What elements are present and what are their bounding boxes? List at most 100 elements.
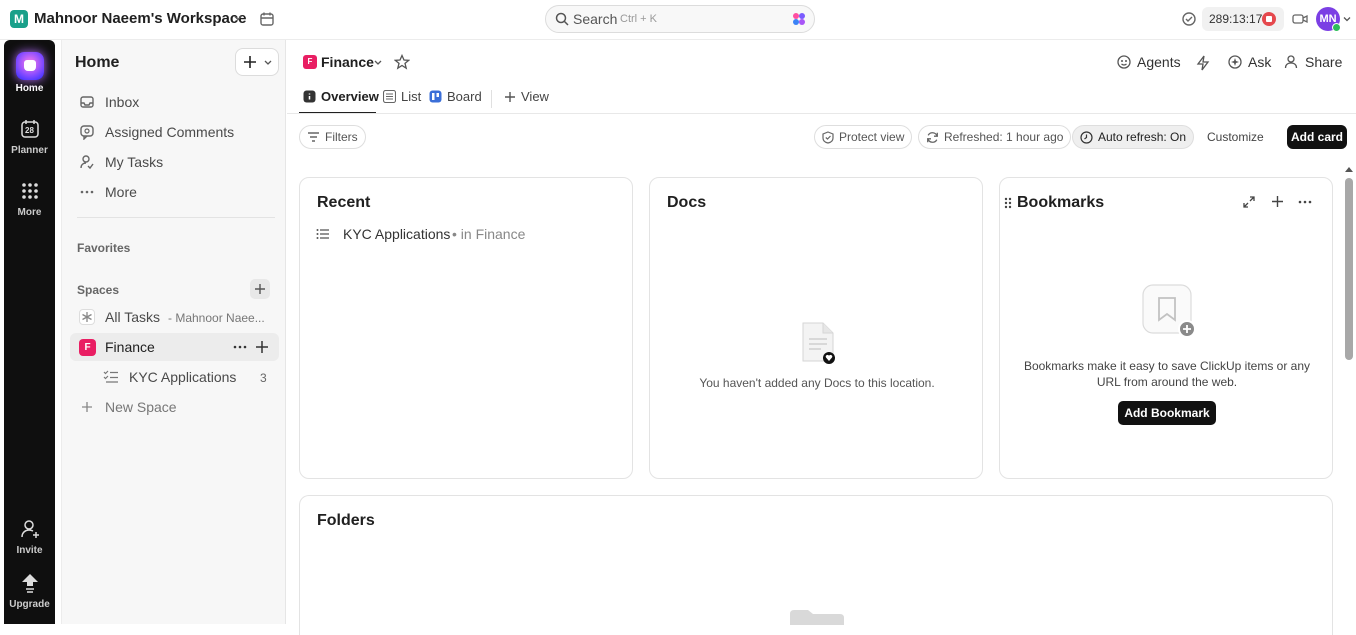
view-tabs: Overview List Board View — [299, 86, 1356, 114]
bookmarks-empty-text: Bookmarks make it easy to save ClickUp i… — [1023, 359, 1311, 389]
rail-planner-label: Planner — [11, 145, 48, 156]
board-icon — [429, 90, 442, 103]
agents-button[interactable]: Agents — [1116, 54, 1181, 70]
expand-icon[interactable] — [1243, 196, 1255, 208]
home-icon — [15, 52, 44, 80]
calendar-icon[interactable] — [259, 11, 275, 27]
chevron-down-icon[interactable] — [1342, 14, 1352, 24]
refresh-icon — [926, 131, 939, 144]
workspace-switcher[interactable]: Mahnoor Naeem's Workspace — [34, 10, 247, 27]
agents-label: Agents — [1137, 54, 1181, 70]
rail-invite-label: Invite — [16, 545, 43, 556]
sidebar-item-new-space[interactable]: New Space — [70, 393, 279, 421]
automation-bolt-icon[interactable] — [1196, 55, 1210, 71]
agents-icon — [1116, 54, 1132, 70]
sidebar-item-label: More — [105, 184, 137, 200]
search-icon — [555, 12, 569, 26]
plus-icon — [79, 399, 95, 415]
plus-icon[interactable] — [1271, 195, 1284, 208]
list-icon — [383, 90, 396, 103]
rail-planner[interactable]: 28 Planner — [4, 118, 55, 156]
time-tracker[interactable]: 289:13:17 — [1202, 7, 1284, 31]
space-avatar: F — [79, 339, 96, 356]
add-bookmark-button[interactable]: Add Bookmark — [1118, 401, 1216, 425]
sidebar-item-kyc-applications[interactable]: KYC Applications 3 — [70, 363, 279, 391]
tab-label: View — [521, 89, 549, 104]
add-space-button[interactable] — [250, 279, 270, 299]
sidebar-item-inbox[interactable]: Inbox — [70, 88, 279, 116]
user-avatar[interactable]: MN — [1316, 7, 1341, 32]
sidebar-item-finance[interactable]: F Finance — [70, 333, 279, 361]
planner-date: 28 — [25, 126, 34, 135]
favorites-heading[interactable]: Favorites — [77, 241, 130, 255]
drag-handle-icon[interactable] — [1004, 197, 1012, 209]
sidebar-item-more[interactable]: More — [70, 178, 279, 206]
list-icon — [316, 227, 330, 241]
tab-list[interactable]: List — [383, 89, 421, 104]
task-check-icon[interactable] — [1181, 11, 1197, 27]
ask-button[interactable]: Ask — [1227, 54, 1271, 70]
refreshed-label: Refreshed: 1 hour ago — [944, 130, 1064, 144]
card-title: Docs — [667, 194, 707, 211]
planner-calendar-icon: 28 — [19, 118, 41, 140]
refresh-button[interactable]: Refreshed: 1 hour ago — [918, 125, 1072, 149]
upgrade-icon — [19, 572, 41, 594]
scroll-up-icon[interactable] — [1343, 165, 1355, 173]
tab-label: List — [401, 89, 422, 104]
list-check-icon — [103, 369, 119, 385]
more-dots-icon[interactable] — [233, 340, 247, 354]
folder-icon — [790, 609, 844, 625]
tab-board[interactable]: Board — [429, 89, 482, 104]
chevron-down-icon[interactable] — [373, 58, 383, 68]
filters-label: Filters — [325, 130, 358, 144]
share-button[interactable]: Share — [1284, 54, 1342, 70]
sidebar-item-all-tasks[interactable]: All Tasks - Mahnoor Naee... — [70, 303, 279, 331]
sidebar: Home Inbox Assigned Comments My Tasks Mo… — [61, 40, 286, 624]
rail-home[interactable]: Home — [4, 52, 55, 94]
workspace-avatar[interactable]: M — [10, 10, 28, 28]
sidebar-item-label: Assigned Comments — [105, 124, 235, 140]
create-new-button[interactable] — [235, 48, 279, 76]
user-icon — [79, 154, 95, 170]
add-card-button[interactable]: Add card — [1287, 125, 1347, 149]
card-title: Folders — [317, 512, 375, 529]
sidebar-item-assigned-comments[interactable]: Assigned Comments — [70, 118, 279, 146]
filters-button[interactable]: Filters — [299, 125, 366, 149]
recent-card: Recent KYC Applications • in Finance — [299, 177, 633, 479]
rail-invite[interactable]: Invite — [4, 518, 55, 556]
task-count: 3 — [260, 371, 267, 385]
add-view-button[interactable]: View — [504, 89, 549, 104]
sidebar-item-my-tasks[interactable]: My Tasks — [70, 148, 279, 176]
rail-more-label: More — [17, 207, 42, 218]
ask-ai-icon — [1227, 54, 1243, 70]
customize-button[interactable]: Customize — [1207, 130, 1264, 144]
recent-item-location: • in Finance — [452, 226, 526, 242]
shield-icon — [822, 130, 834, 144]
chevron-down-icon[interactable] — [233, 13, 243, 23]
sidebar-item-label: Inbox — [105, 94, 140, 110]
spaces-heading[interactable]: Spaces — [77, 283, 119, 297]
recent-item[interactable]: KYC Applications • in Finance — [316, 225, 626, 245]
tab-overview[interactable]: Overview — [303, 89, 379, 104]
tab-label: Board — [447, 89, 482, 104]
stop-timer-icon[interactable] — [1262, 12, 1276, 26]
search-shortcut: Ctrl + K — [620, 13, 657, 25]
all-tasks-icon — [79, 309, 95, 325]
share-label: Share — [1305, 54, 1343, 70]
auto-refresh-toggle[interactable]: Auto refresh: On — [1072, 125, 1195, 149]
protect-view-button[interactable]: Protect view — [814, 125, 913, 149]
document-icon — [801, 321, 837, 365]
page-title[interactable]: Finance — [321, 54, 374, 70]
more-dots-icon[interactable] — [1298, 196, 1312, 208]
rail-upgrade[interactable]: Upgrade — [4, 572, 55, 610]
scrollbar[interactable] — [1345, 178, 1353, 360]
rail-more[interactable]: More — [4, 180, 55, 218]
ai-sparkle-icon[interactable] — [792, 12, 806, 26]
star-icon[interactable] — [394, 54, 410, 70]
plus-icon[interactable] — [255, 340, 269, 354]
search-bar[interactable]: Search Ctrl + K — [545, 5, 815, 33]
grid-dots-icon — [19, 180, 41, 202]
bookmark-icon — [1142, 284, 1198, 340]
ask-label: Ask — [1248, 54, 1272, 70]
video-icon[interactable] — [1292, 12, 1308, 26]
